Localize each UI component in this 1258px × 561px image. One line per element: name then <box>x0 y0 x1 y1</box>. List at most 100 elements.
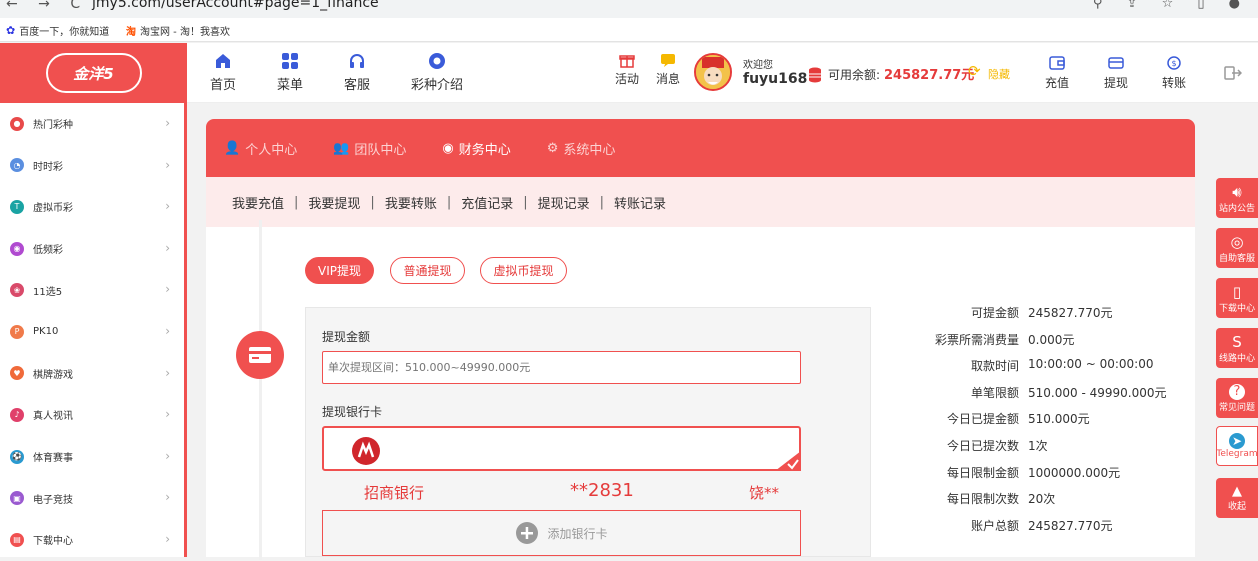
hide-balance-link[interactable]: 隐藏 <box>988 66 1010 82</box>
baidu-paw-icon: ✿ <box>6 24 16 37</box>
sidebar-item-hot[interactable]: ● 热门彩种 › <box>0 103 184 145</box>
info-row: 取款时间 10:00:00 ~ 00:00:00 <box>970 357 1154 374</box>
info-row: 可提金额 245827.770元 <box>970 306 1113 320</box>
tab-personal[interactable]: 👤 个人中心 <box>224 139 297 158</box>
site-logo[interactable]: 金洋5 <box>0 43 187 103</box>
sidebar-item-download[interactable]: ▤ 下载中心 › <box>0 519 184 561</box>
chevron-right-icon: › <box>165 282 170 297</box>
amount-input[interactable] <box>322 351 801 384</box>
info-row: 每日限制次数 20次 <box>946 492 1056 507</box>
refresh-icon[interactable]: ⟳ <box>968 62 981 80</box>
subtab-withdraw[interactable]: 我要提现 <box>298 193 370 212</box>
svg-text:$: $ <box>1171 59 1176 68</box>
plus-circle-icon <box>516 522 539 544</box>
selected-check-icon <box>775 451 801 471</box>
activity-link[interactable]: 活动 <box>615 52 639 87</box>
telegram-button[interactable]: ➤ Telegram <box>1216 426 1258 466</box>
browser-tools-icons[interactable]: ⚲ ⇪ ☆ ▯ ● <box>1093 0 1250 11</box>
sidebar-item-11x5[interactable]: ❀ 11选5 › <box>0 269 184 311</box>
subtab-transfer[interactable]: 我要转账 <box>375 193 447 212</box>
nav-menu[interactable]: 菜单 <box>277 51 303 93</box>
timeline-line <box>259 220 262 560</box>
sidebar-item-pk10[interactable]: P PK10 › <box>0 311 184 353</box>
browser-toolbar: ← → C jmy5.com/userAccount#page=1_financ… <box>0 0 1258 18</box>
chevron-right-icon: › <box>165 157 170 172</box>
finance-icon: ◉ <box>442 140 454 156</box>
soccer-icon: ⚽ <box>10 449 24 464</box>
faq-button[interactable]: ? 常见问题 <box>1216 378 1258 418</box>
clock-icon: ◔ <box>10 158 24 173</box>
sidebar-item-esports[interactable]: ▣ 电子竞技 › <box>0 477 184 519</box>
bank-card-step-icon <box>236 331 284 379</box>
withdraw-link[interactable]: 提现 <box>1104 55 1128 91</box>
pk-icon: P <box>10 324 24 339</box>
subtab-deposit-records[interactable]: 充值记录 <box>451 193 523 212</box>
avatar-image <box>696 55 730 89</box>
sidebar-item-sports[interactable]: ⚽ 体育赛事 › <box>0 436 184 478</box>
sidebar: ● 热门彩种 › ◔ 时时彩 › T 虚拟币彩 › ◉ 低频彩 › ❀ 11选5 › P PK10 › … <box>0 103 187 557</box>
info-row: 今日已提金额 510.000元 <box>946 412 1090 427</box>
chevron-right-icon: › <box>165 116 170 130</box>
ball-icon: ❀ <box>10 283 24 298</box>
wallet-icon <box>1049 56 1065 70</box>
bank-card-selector[interactable] <box>322 426 801 471</box>
sidebar-item-ssc[interactable]: ◔ 时时彩 › <box>0 145 184 187</box>
browser-nav-icons[interactable]: ← → C <box>6 0 88 12</box>
chevron-right-icon: › <box>165 199 170 214</box>
bookmark-taobao[interactable]: 淘 淘宝网 - 淘！我喜欢 <box>126 23 230 38</box>
chevron-right-icon: › <box>165 531 170 546</box>
card-label: 提现银行卡 <box>322 405 383 419</box>
normal-withdraw-button[interactable]: 普通提现 <box>390 257 465 284</box>
tab-system[interactable]: ⚙ 系统中心 <box>547 139 616 158</box>
card-icon <box>1108 57 1124 69</box>
tab-finance[interactable]: ◉ 财务中心 <box>442 139 510 158</box>
question-icon: ? <box>1229 383 1245 400</box>
live-video-icon: ♪ <box>10 407 24 422</box>
withdraw-info-list: 可提金额 245827.770元 彩票所需消费量 0.000元 取款时间 10:00:… <box>928 304 1188 543</box>
speaker-icon: 🔊︎ <box>1232 182 1242 201</box>
add-bank-card-button[interactable]: 添加银行卡 <box>322 510 801 556</box>
crypto-withdraw-button[interactable]: 虚拟币提现 <box>480 257 567 284</box>
sidebar-item-crypto[interactable]: T 虚拟币彩 › <box>0 186 184 228</box>
chevron-right-icon: › <box>165 240 170 255</box>
tab-team[interactable]: 👥 团队中心 <box>333 139 406 158</box>
nav-lottery-intro[interactable]: 彩种介绍 <box>411 51 463 93</box>
address-bar[interactable]: jmy5.com/userAccount#page=1_finance <box>92 0 379 11</box>
subtab-withdraw-records[interactable]: 提现记录 <box>528 193 600 212</box>
deposit-link[interactable]: 充值 <box>1045 55 1069 91</box>
subtab-deposit[interactable]: 我要充值 <box>222 193 294 212</box>
finance-subtabs: 我要充值 | 我要提现 | 我要转账 | 充值记录 | 提现记录 | 转账记录 <box>206 177 1195 227</box>
logout-icon[interactable] <box>1224 65 1242 81</box>
logo-badge: 金洋5 <box>45 53 142 93</box>
sidebar-item-lowfreq[interactable]: ◉ 低频彩 › <box>0 228 184 270</box>
bank-name: 招商银行 <box>364 484 425 502</box>
download-center-button[interactable]: ▯ 下载中心 <box>1216 278 1258 318</box>
vip-withdraw-button[interactable]: VIP提现 <box>305 257 374 284</box>
username: fuyu168 <box>743 71 808 87</box>
balance-value: 245827.77元 <box>884 68 975 83</box>
route-icon: S <box>1232 332 1242 351</box>
bookmark-baidu[interactable]: ✿ 百度一下，你就知道 <box>6 23 109 38</box>
messages-link[interactable]: 消息 <box>656 52 680 87</box>
route-center-button[interactable]: S 线路中心 <box>1216 328 1258 368</box>
collapse-icon: ▲ <box>1232 484 1242 499</box>
transfer-link[interactable]: $ 转账 <box>1162 55 1186 91</box>
welcome-text: 欢迎您 <box>743 60 773 71</box>
phone-icon: ▯ <box>1232 282 1242 301</box>
nav-home[interactable]: 首页 <box>210 51 236 93</box>
user-avatar[interactable] <box>694 53 732 91</box>
sidebar-item-chess[interactable]: ♥ 棋牌游戏 › <box>0 353 184 395</box>
gear-icon: ⚙ <box>546 140 559 156</box>
chevron-right-icon: › <box>165 365 170 380</box>
lottery-icon <box>429 53 445 69</box>
user-icon: 👤 <box>224 140 241 156</box>
crypto-icon: T <box>10 199 24 214</box>
gift-icon <box>619 55 635 68</box>
info-row: 账户总额 245827.770元 <box>970 518 1113 533</box>
self-service-button[interactable]: ◎ 自助客服 <box>1216 228 1258 268</box>
nav-service[interactable]: 客服 <box>344 51 370 93</box>
collapse-button[interactable]: ▲ 收起 <box>1216 478 1258 518</box>
notice-button[interactable]: 🔊︎ 站内公告 <box>1216 178 1258 218</box>
sidebar-item-live[interactable]: ♪ 真人视讯 › <box>0 394 184 436</box>
subtab-transfer-records[interactable]: 转账记录 <box>604 193 676 212</box>
